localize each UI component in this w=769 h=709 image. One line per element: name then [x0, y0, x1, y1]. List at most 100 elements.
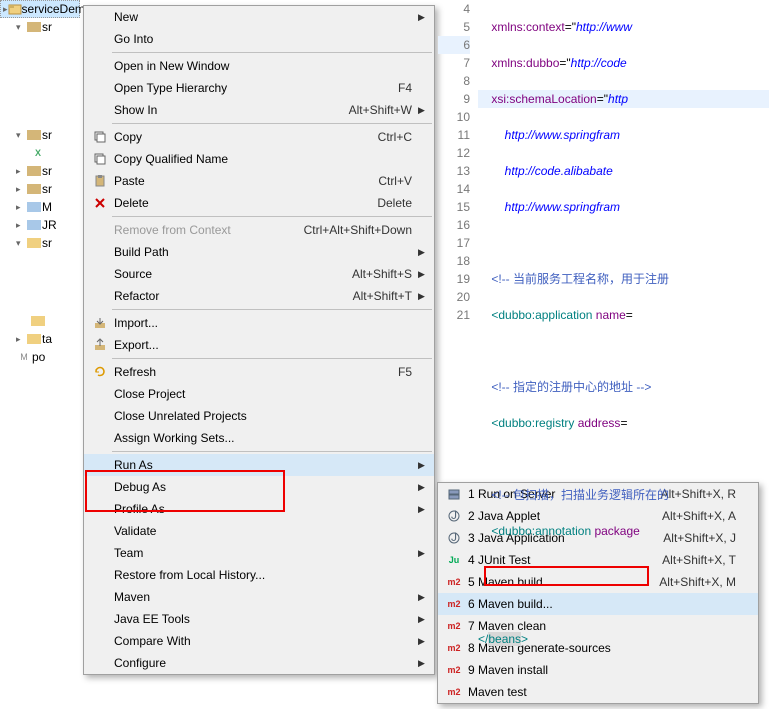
menu-item-refactor[interactable]: RefactorAlt+Shift+T▶ — [84, 285, 434, 307]
menu-label: Configure — [112, 656, 412, 670]
menu-item-remove-from-context[interactable]: Remove from ContextCtrl+Alt+Shift+Down — [84, 219, 434, 241]
menu-item-copy-qualified-name[interactable]: Copy Qualified Name — [84, 148, 434, 170]
xml-icon: X — [30, 147, 46, 159]
menu-label: Open Type Hierarchy — [112, 81, 398, 95]
tree-root[interactable]: ▸ serviceDemo — [0, 0, 80, 18]
menu-label: Refresh — [112, 365, 398, 379]
menu-item-configure[interactable]: Configure ▶ — [84, 652, 434, 674]
menu-label: Validate — [112, 524, 412, 538]
japp-icon: J — [442, 531, 466, 545]
m2-icon: m2 — [442, 599, 466, 609]
menu-item-assign-working-sets-[interactable]: Assign Working Sets... — [84, 427, 434, 449]
tree-item[interactable]: ▸M — [0, 198, 80, 216]
tree-item[interactable]: ▸sr — [0, 162, 80, 180]
submenu-arrow-icon: ▶ — [418, 482, 430, 493]
refresh-icon — [88, 365, 112, 379]
menu-item-profile-as[interactable]: Profile As▶ — [84, 498, 434, 520]
paste-icon — [88, 174, 112, 188]
menu-item-copy[interactable]: CopyCtrl+C — [84, 126, 434, 148]
menu-item-source[interactable]: SourceAlt+Shift+S▶ — [84, 263, 434, 285]
menu-item-maven-test[interactable]: m2Maven test — [438, 681, 758, 703]
tree-item[interactable]: ▾sr — [0, 18, 80, 36]
submenu-arrow-icon: ▶ — [418, 592, 430, 603]
menu-label: Restore from Local History... — [112, 568, 412, 582]
folder-icon — [30, 315, 46, 327]
menu-item-close-unrelated-projects[interactable]: Close Unrelated Projects — [84, 405, 434, 427]
menu-label: Copy — [112, 130, 378, 144]
menu-label: Compare With — [112, 634, 412, 648]
menu-item-maven[interactable]: Maven▶ — [84, 586, 434, 608]
menu-item-java-ee-tools[interactable]: Java EE Tools▶ — [84, 608, 434, 630]
server-icon — [442, 487, 466, 501]
lib-icon — [26, 201, 42, 213]
menu-item-compare-with[interactable]: Compare With ▶ — [84, 630, 434, 652]
tree-item[interactable]: ▾sr — [0, 234, 80, 252]
menu-item-restore-from-local-history-[interactable]: Restore from Local History... — [84, 564, 434, 586]
svg-text:J: J — [451, 531, 457, 544]
menu-item-refresh[interactable]: RefreshF5 — [84, 361, 434, 383]
m2-icon: m2 — [442, 577, 466, 587]
tree-item[interactable]: ▸JR — [0, 216, 80, 234]
menu-item-delete[interactable]: DeleteDelete — [84, 192, 434, 214]
menu-separator — [112, 123, 432, 124]
submenu-arrow-icon: ▶ — [418, 548, 430, 559]
code-area[interactable]: xmlns:context="http://www xmlns:dubbo="h… — [478, 0, 769, 400]
menu-label: Delete — [112, 196, 377, 210]
tree-item[interactable]: ▸sr — [0, 180, 80, 198]
menu-shortcut: F4 — [398, 81, 418, 95]
menu-item-build-path[interactable]: Build Path▶ — [84, 241, 434, 263]
m2-icon: m2 — [442, 665, 466, 675]
m2-icon: m2 — [442, 621, 466, 631]
code-editor[interactable]: 456789101112131415161718192021 xmlns:con… — [438, 0, 769, 400]
menu-shortcut: Alt+Shift+S — [352, 267, 418, 281]
tree-item[interactable]: X — [0, 144, 80, 162]
menu-label: Show In — [112, 103, 349, 117]
tree-item[interactable]: ▾sr — [0, 126, 80, 144]
tree-item[interactable]: Mpo — [0, 348, 80, 366]
submenu-arrow-icon: ▶ — [418, 105, 430, 116]
menu-label: Debug As — [112, 480, 412, 494]
menu-item-run-as[interactable]: Run As▶ — [84, 454, 434, 476]
m2-icon: m2 — [442, 687, 466, 697]
menu-shortcut: Ctrl+V — [378, 174, 418, 188]
submenu-arrow-icon: ▶ — [418, 636, 430, 647]
submenu-arrow-icon: ▶ — [418, 12, 430, 23]
menu-item-open-in-new-window[interactable]: Open in New Window — [84, 55, 434, 77]
menu-item-close-project[interactable]: Close Project — [84, 383, 434, 405]
junit-icon: Ju — [442, 555, 466, 565]
menu-label: Close Project — [112, 387, 412, 401]
menu-item-show-in[interactable]: Show InAlt+Shift+W▶ — [84, 99, 434, 121]
submenu-arrow-icon: ▶ — [418, 658, 430, 669]
submenu-arrow-icon: ▶ — [418, 269, 430, 280]
menu-item-go-into[interactable]: Go Into — [84, 28, 434, 50]
menu-item-debug-as[interactable]: Debug As ▶ — [84, 476, 434, 498]
menu-separator — [112, 52, 432, 53]
menu-item-team[interactable]: Team ▶ — [84, 542, 434, 564]
copy-icon — [88, 152, 112, 166]
menu-label: Remove from Context — [112, 223, 304, 237]
menu-item-paste[interactable]: PasteCtrl+V — [84, 170, 434, 192]
menu-item-new[interactable]: New ▶ — [84, 6, 434, 28]
menu-shortcut: Alt+Shift+W — [349, 103, 418, 117]
menu-item-export-[interactable]: Export... — [84, 334, 434, 356]
menu-label: Export... — [112, 338, 412, 352]
folder-icon — [26, 237, 42, 249]
menu-label: Source — [112, 267, 352, 281]
package-icon — [26, 21, 42, 33]
folder-icon — [26, 333, 42, 345]
menu-label: Profile As — [112, 502, 412, 516]
menu-item-validate[interactable]: Validate — [84, 520, 434, 542]
tree-item[interactable] — [0, 312, 80, 330]
menu-shortcut: Alt+Shift+T — [353, 289, 418, 303]
project-tree[interactable]: ▸ serviceDemo ▾sr ▾sr X ▸sr ▸sr ▸M ▸JR ▾… — [0, 0, 80, 709]
menu-item-open-type-hierarchy[interactable]: Open Type HierarchyF4 — [84, 77, 434, 99]
menu-shortcut: F5 — [398, 365, 418, 379]
tree-item[interactable]: ▸ta — [0, 330, 80, 348]
menu-label: Team — [112, 546, 412, 560]
japp-icon: J — [442, 509, 466, 523]
menu-item-import-[interactable]: Import... — [84, 312, 434, 334]
delete-icon — [88, 196, 112, 210]
menu-label: Build Path — [112, 245, 412, 259]
menu-label: New — [112, 10, 412, 24]
submenu-arrow-icon: ▶ — [418, 291, 430, 302]
